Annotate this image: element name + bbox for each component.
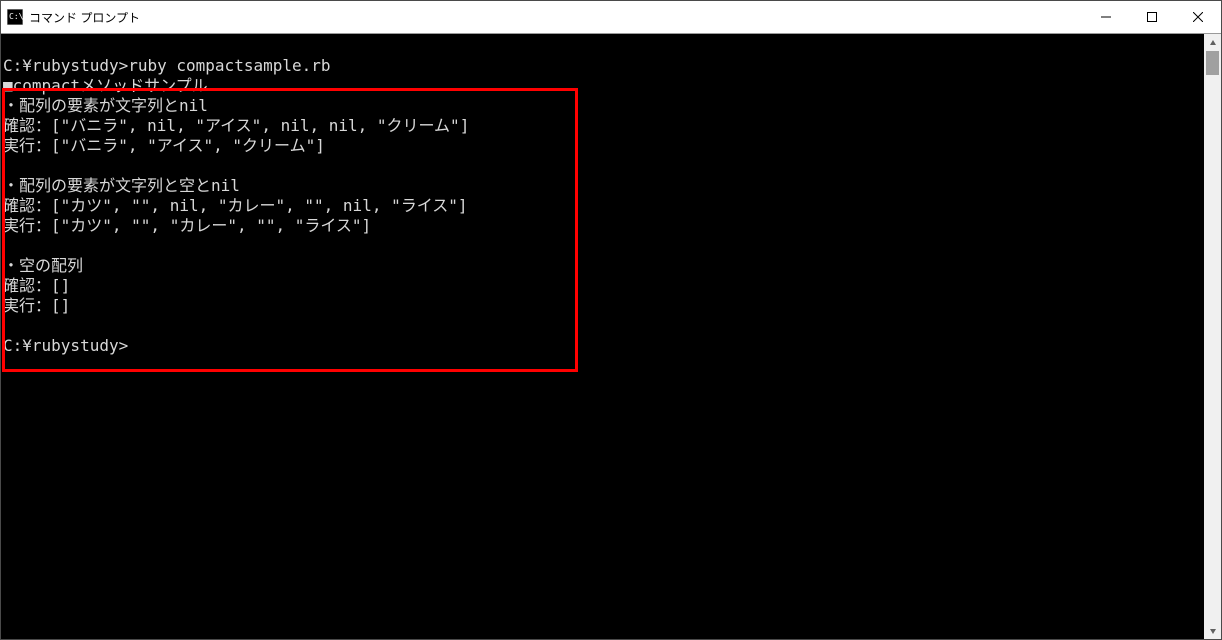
window-title: コマンド プロンプト [29,9,1083,26]
command-prompt-window: C:\ コマンド プロンプト C:¥rubystudy>ruby compact… [0,0,1222,640]
terminal-line: 確認：["バニラ", nil, "アイス", nil, nil, "クリーム"] [3,116,1204,136]
terminal-line: 実行：["カツ", "", "カレー", "", "ライス"] [3,216,1204,236]
maximize-button[interactable] [1129,1,1175,33]
vertical-scrollbar[interactable] [1204,34,1221,639]
terminal-line [3,36,1204,56]
terminal-line: ・配列の要素が文字列と空とnil [3,176,1204,196]
cmd-icon: C:\ [7,9,23,25]
terminal-line: C:¥rubystudy> [3,336,1204,356]
content-area: C:¥rubystudy>ruby compactsample.rb■compa… [1,34,1221,639]
terminal-line [3,356,1204,376]
terminal-line: ■compactメソッドサンプル [3,76,1204,96]
svg-text:C:\: C:\ [9,12,23,21]
terminal-line [3,156,1204,176]
terminal-line: 確認：["カツ", "", nil, "カレー", "", nil, "ライス"… [3,196,1204,216]
terminal-line: ・空の配列 [3,256,1204,276]
titlebar[interactable]: C:\ コマンド プロンプト [1,1,1221,34]
terminal-line: 実行：[] [3,296,1204,316]
terminal-line [3,316,1204,336]
minimize-button[interactable] [1083,1,1129,33]
scroll-down-button[interactable] [1204,622,1221,639]
terminal-line: ・配列の要素が文字列とnil [3,96,1204,116]
terminal-line: 実行：["バニラ", "アイス", "クリーム"] [3,136,1204,156]
terminal-line: C:¥rubystudy>ruby compactsample.rb [3,56,1204,76]
window-controls [1083,1,1221,33]
scroll-thumb[interactable] [1206,51,1219,75]
terminal-output[interactable]: C:¥rubystudy>ruby compactsample.rb■compa… [1,34,1204,639]
close-button[interactable] [1175,1,1221,33]
terminal-line [3,236,1204,256]
scroll-track[interactable] [1204,51,1221,622]
terminal-line: 確認：[] [3,276,1204,296]
scroll-up-button[interactable] [1204,34,1221,51]
